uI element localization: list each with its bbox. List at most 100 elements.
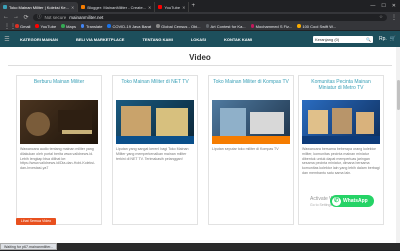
bookmarks-bar: ⋮⋮ Gmail YouTube Maps Translate COVID-19… — [0, 22, 400, 31]
video-thumbnail[interactable] — [20, 100, 98, 144]
close-tab-icon[interactable]: ✕ — [148, 5, 151, 10]
nav-tentang-kami[interactable]: TENTANG KAMI — [134, 37, 180, 42]
url-text: mainanmiliter.net — [69, 14, 104, 20]
whatsapp-label: WhatsApp — [343, 198, 368, 204]
bookmark-item[interactable]: Art Contest for Ka... — [205, 23, 246, 29]
bookmark-icon — [107, 24, 111, 28]
close-tab-icon[interactable]: ✕ — [71, 5, 74, 10]
card-text: Wawancara bersama beberapa orang kolekto… — [302, 147, 380, 175]
bookmark-label: 100 Cool Swift W... — [302, 23, 337, 29]
thumbnail-graphic — [302, 108, 380, 144]
bookmark-icon — [156, 24, 160, 28]
menu-icon[interactable]: ☰ — [4, 36, 10, 43]
bookmark-item[interactable]: YouTube — [35, 24, 56, 29]
info-icon[interactable]: ⓘ — [37, 14, 42, 20]
status-bar — [0, 243, 400, 250]
security-label: Not secure — [44, 14, 67, 20]
maximize-icon[interactable]: ☐ — [381, 3, 385, 9]
close-tab-icon[interactable]: ✕ — [182, 5, 185, 10]
gmail-icon — [15, 24, 19, 28]
favicon-icon — [158, 5, 163, 9]
see-all-videos-button[interactable]: Lihat Semua Video — [16, 218, 56, 225]
video-thumbnail[interactable] — [116, 100, 194, 144]
site-navbar: ☰ KATEGORI MAINAN BELI VIA MARKETPLACE T… — [0, 31, 400, 47]
bookmark-item[interactable]: Mochammed S Fiz... — [250, 23, 293, 29]
tab-label: Toko Mainan Militer | Koleksi Ke... — [9, 4, 69, 10]
section-title: Video — [189, 53, 211, 62]
favicon-icon — [81, 5, 86, 9]
video-card[interactable]: Toko Mainan Militer di NET TV Liputan ya… — [112, 75, 198, 225]
card-text: Liputan seputar toko militer di Kompas T… — [212, 147, 279, 151]
nav-lokasi[interactable]: LOKASI — [183, 37, 214, 42]
bookmark-icon — [297, 24, 301, 28]
bookmark-icon — [250, 24, 255, 28]
url-input[interactable]: ⓘ Not secure mainanmiliter.net ☆ — [33, 13, 387, 21]
bookmark-icon — [205, 24, 210, 28]
close-window-icon[interactable]: ✕ — [392, 3, 396, 9]
reload-icon[interactable]: ⟳ — [23, 14, 29, 21]
cart-box[interactable]: Keranjang (0) 🔍 — [312, 35, 373, 43]
nav-kategori-mainan[interactable]: KATEGORI MAINAN — [12, 37, 66, 42]
divider — [8, 65, 392, 66]
card-title[interactable]: Komunitas Pecinta Mainan Miniatur di Met… — [302, 79, 380, 99]
apps-icon[interactable]: ⋮⋮ — [4, 23, 16, 30]
back-icon[interactable]: ← — [3, 14, 9, 20]
tab-youtube[interactable]: YouTube ✕ — [155, 2, 190, 12]
browser-tab-bar: Toko Mainan Militer | Koleksi Ke... ✕ Bl… — [0, 0, 400, 12]
page-scrollbar[interactable] — [396, 47, 400, 243]
bookmark-label: Global Census - Obi... — [161, 23, 201, 29]
maps-icon — [61, 24, 65, 28]
minimize-icon[interactable]: — — [370, 3, 375, 9]
video-thumbnail[interactable] — [212, 100, 290, 144]
search-icon[interactable]: 🔍 — [366, 37, 371, 42]
bookmark-item[interactable]: Global Census - Obi... — [156, 23, 201, 29]
thumbnail-graphic — [26, 110, 92, 136]
tab-label: YouTube — [164, 4, 181, 10]
video-card[interactable]: Berburu Mainan Militer Wawancara audio t… — [16, 75, 102, 225]
bookmark-item[interactable]: COVID-19 Java Barat — [107, 24, 151, 29]
favicon-icon — [3, 5, 7, 9]
card-text: Liputan yang sangat keren! bagi Toko Mai… — [116, 147, 189, 161]
bookmark-label: Art Contest for Ka... — [210, 23, 246, 29]
bookmark-label: Mochammed S Fiz... — [255, 23, 293, 29]
tab-label: Blogger: MainanMiliter - Create... — [87, 4, 147, 10]
page-content: Video Berburu Mainan Militer Wawancara a… — [0, 47, 400, 243]
whatsapp-icon: ✆ — [332, 196, 341, 206]
scrollbar-thumb[interactable] — [396, 80, 400, 110]
video-card[interactable]: Toko Mainan Militer di Kompas TV Liputan… — [208, 75, 294, 225]
youtube-icon — [35, 24, 39, 28]
nav-beli-marketplace[interactable]: BELI VIA MARKETPLACE — [68, 37, 133, 42]
bookmark-item[interactable]: Gmail — [15, 24, 30, 29]
card-title[interactable]: Toko Mainan Militer di Kompas TV — [212, 79, 290, 99]
tab-toko-mainan[interactable]: Toko Mainan Militer | Koleksi Ke... ✕ — [0, 2, 79, 12]
bookmark-label: Maps — [66, 23, 76, 29]
nav-icons: Rp. 🛒 — [379, 36, 396, 42]
extensions-icon[interactable]: ⋮ — [391, 14, 397, 21]
address-bar: ← → ⟳ ⓘ Not secure mainanmiliter.net ☆ ⋮ — [0, 12, 400, 22]
bookmark-label: Gmail — [20, 23, 31, 29]
bookmark-label: COVID-19 Java Barat — [112, 23, 152, 29]
tab-blogger[interactable]: Blogger: MainanMiliter - Create... ✕ — [78, 2, 156, 12]
whatsapp-button[interactable]: ✆ WhatsApp — [330, 195, 374, 207]
bookmark-item[interactable]: 100 Cool Swift W... — [297, 24, 336, 29]
forward-icon[interactable]: → — [13, 14, 19, 20]
bookmark-item[interactable]: Translate — [80, 23, 103, 29]
thumbnail-graphic — [212, 108, 290, 144]
card-title[interactable]: Toko Mainan Militer di NET TV — [116, 79, 194, 99]
nav-kontak-kami[interactable]: KONTAK KAMI — [216, 37, 260, 42]
card-text: Wawancara audio tentang mainan militer y… — [20, 147, 96, 171]
bookmark-item[interactable]: Maps — [61, 24, 76, 29]
window-controls: — ☐ ✕ — [370, 3, 400, 9]
cart-count: Keranjang (0) — [314, 36, 340, 42]
bookmark-label: Translate — [85, 23, 103, 29]
cart-total[interactable]: Rp. — [379, 36, 387, 42]
bookmark-star-icon[interactable]: ☆ — [379, 14, 383, 20]
status-text: Waiting for p67.mainanmiliter... — [0, 243, 58, 250]
translate-icon — [80, 24, 85, 28]
new-tab-button[interactable]: + — [191, 3, 195, 9]
thumbnail-graphic — [116, 106, 194, 144]
card-title[interactable]: Berburu Mainan Militer — [20, 79, 98, 99]
cart-icon[interactable]: 🛒 — [390, 36, 396, 42]
video-thumbnail[interactable] — [302, 100, 380, 144]
bookmark-label: YouTube — [40, 23, 57, 29]
